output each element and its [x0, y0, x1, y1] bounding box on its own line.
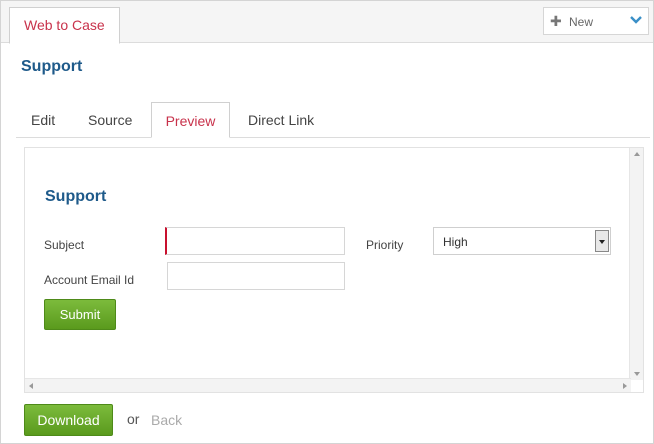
priority-label: Priority	[366, 238, 404, 252]
email-label: Account Email Id	[44, 273, 135, 287]
top-bar: Web to Case ✚ New	[1, 1, 653, 44]
scroll-left-icon[interactable]	[29, 383, 33, 389]
vertical-scrollbar[interactable]	[629, 148, 643, 380]
tab-edit[interactable]: Edit	[31, 102, 55, 138]
page-title: Support	[21, 58, 83, 75]
scroll-down-icon[interactable]	[634, 372, 640, 376]
submit-button[interactable]: Submit	[44, 299, 116, 330]
tab-direct-link[interactable]: Direct Link	[248, 102, 314, 138]
tab-source[interactable]: Source	[88, 102, 132, 138]
web-to-case-panel: Web to Case ✚ New Support Edit Source Pr…	[0, 0, 654, 444]
email-input[interactable]	[167, 262, 345, 290]
horizontal-scrollbar[interactable]	[25, 378, 631, 392]
editor-tabs: Edit Source Preview Direct Link	[16, 102, 650, 138]
subject-input[interactable]	[165, 227, 345, 255]
or-text: or	[127, 411, 140, 427]
download-button[interactable]: Download	[24, 404, 113, 436]
scroll-up-icon[interactable]	[634, 152, 640, 156]
preview-frame: Support Subject Priority High Account Em…	[24, 147, 644, 393]
priority-selected-value: High	[443, 235, 468, 249]
form-title: Support	[45, 188, 107, 205]
scroll-right-icon[interactable]	[623, 383, 627, 389]
plus-icon: ✚	[550, 13, 562, 29]
subject-label: Subject	[44, 238, 85, 252]
dropdown-arrow-icon[interactable]	[595, 230, 609, 252]
new-button[interactable]: ✚ New	[543, 7, 649, 35]
priority-select[interactable]: High	[433, 227, 611, 255]
tab-preview[interactable]: Preview	[151, 102, 230, 138]
tab-web-to-case[interactable]: Web to Case	[9, 7, 120, 44]
back-link[interactable]: Back	[151, 412, 182, 428]
chevron-down-icon	[630, 16, 642, 24]
new-button-label: New	[569, 15, 594, 29]
